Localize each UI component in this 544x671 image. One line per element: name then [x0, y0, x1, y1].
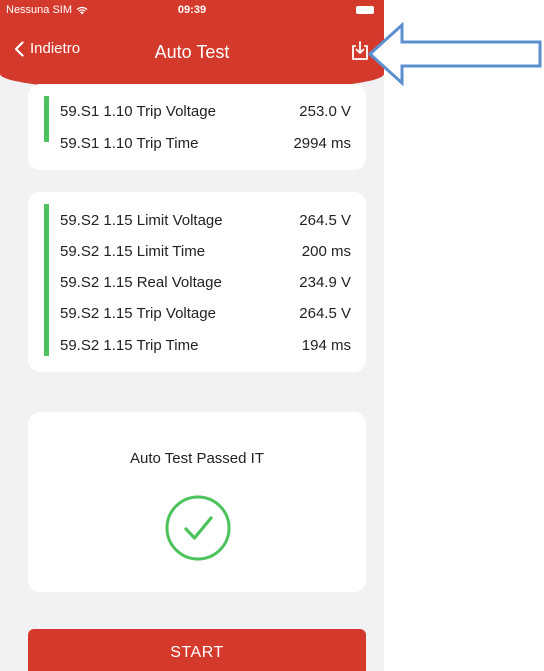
page-title: Auto Test [154, 42, 230, 62]
result-row: 59.S2 1.15 Trip Time 194 ms [60, 334, 351, 356]
result-value: 200 ms [301, 242, 351, 260]
result-value: 2994 ms [293, 134, 351, 152]
result-row: 59.S1 1.10 Trip Time 2994 ms [60, 132, 351, 154]
result-value: 194 ms [301, 336, 351, 354]
results-card-s1: 59.S1 1.10 Trip Voltage 253.0 V 59.S1 1.… [28, 84, 366, 170]
status-indicator-bar [44, 204, 49, 356]
result-row: 59.S2 1.15 Trip Voltage 264.5 V [60, 302, 351, 324]
results-card-s2: 59.S2 1.15 Limit Voltage 264.5 V 59.S2 1… [28, 192, 366, 372]
result-value: 264.5 V [299, 211, 351, 229]
start-button[interactable]: START [28, 629, 366, 671]
check-circle-icon [165, 495, 231, 561]
result-label: 59.S2 1.15 Trip Time [60, 336, 199, 354]
status-indicator-bar [44, 96, 49, 142]
result-label: 59.S2 1.15 Limit Voltage [60, 211, 223, 229]
result-label: 59.S2 1.15 Limit Time [60, 242, 206, 260]
nav-header: Nessuna SIM 09:39 Indietro Auto Test [0, 0, 384, 92]
result-label: 59.S2 1.15 Trip Voltage [60, 304, 216, 322]
result-row: 59.S2 1.15 Real Voltage 234.9 V [60, 271, 351, 293]
result-value: 234.9 V [299, 273, 351, 291]
result-row: 59.S1 1.10 Trip Voltage 253.0 V [60, 100, 351, 122]
result-row: 59.S2 1.15 Limit Voltage 264.5 V [60, 209, 351, 231]
result-message: Auto Test Passed IT [130, 450, 264, 467]
result-value: 264.5 V [299, 304, 351, 322]
battery-icon [356, 6, 374, 14]
phone-screen: Nessuna SIM 09:39 Indietro Auto Test 59.… [0, 0, 384, 671]
annotation-arrow-icon [368, 22, 542, 86]
result-value: 253.0 V [299, 102, 351, 120]
result-label: 59.S2 1.15 Real Voltage [60, 273, 222, 291]
result-label: 59.S1 1.10 Trip Time [60, 134, 199, 152]
result-label: 59.S1 1.10 Trip Voltage [60, 102, 216, 120]
result-card: Auto Test Passed IT [28, 412, 366, 592]
status-time: 09:39 [177, 4, 207, 16]
result-row: 59.S2 1.15 Limit Time 200 ms [60, 240, 351, 262]
